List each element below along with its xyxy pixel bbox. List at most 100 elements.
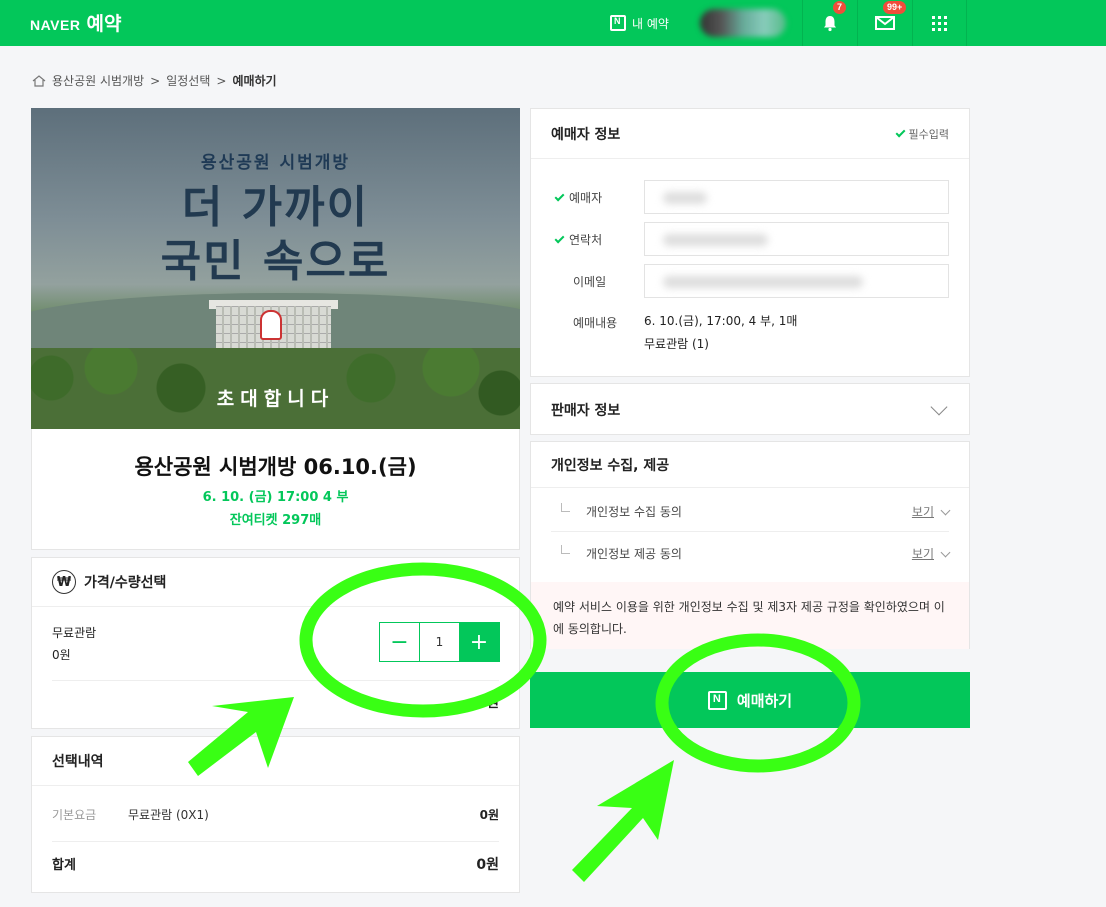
buyer-name-field[interactable] [644,180,949,214]
reservation-detail-line1: 6. 10.(금), 17:00, 4 부, 1매 [644,314,798,328]
redacted-value [663,276,863,288]
total-amount: 0원 [476,857,499,873]
buyer-phone-label-wrap: 연락처 [554,231,603,248]
tree-line-icon [561,503,570,512]
seller-info-title: 판매자 정보 [551,403,621,419]
apps-menu-button[interactable] [912,0,967,46]
mail-icon [875,16,895,30]
base-fee-row: 기본요금 무료관람 (0X1) 0원 [52,806,499,823]
ticket-subtotal: 0원 [477,696,499,711]
notifications-button[interactable]: 7 [802,0,857,46]
my-reservations-label: 내 예약 [632,16,669,31]
reservation-detail-label: 예매내용 [573,316,618,330]
bell-icon [824,16,836,32]
quantity-value[interactable]: 1 [420,623,459,661]
buyer-email-label: 이메일 [573,275,607,289]
breadcrumb-item-park[interactable]: 용산공원 시범개방 [52,72,144,89]
consent-provide-row: 개인정보 제공 동의 보기 [551,532,951,574]
divider [52,680,499,681]
event-title: 용산공원 시범개방 06.10.(금) [134,455,417,479]
event-datetime: 6. 10. (금) 17:00 4 부 [202,490,349,505]
grid-icon [932,15,947,31]
mail-count-badge: 99+ [883,1,907,14]
consent-agreement-text: 예약 서비스 이용을 위한 개인정보 수집 및 제3자 제공 규정을 확인하였으… [531,582,969,649]
buyer-email-field[interactable] [644,264,949,298]
won-currency-icon: ₩ [52,570,76,594]
poster-emblem [260,310,282,340]
my-reservations-link[interactable]: 내 예약 [610,0,669,46]
check-icon [895,127,905,137]
poster-subtitle: 용산공원 시범개방 [200,153,351,173]
user-profile-blurred[interactable] [700,9,786,37]
reservation-detail-line2: 무료관람 (1) [644,337,709,351]
breadcrumb-current: 예매하기 [232,74,277,88]
consent-collect-row: 개인정보 수집 동의 보기 [551,490,951,532]
selection-header: 선택내역 [32,737,519,786]
buyer-name-label: 예매자 [569,191,603,205]
base-fee-label: 기본요금 [52,808,97,822]
brand-name: NAVER [30,17,81,33]
breadcrumb-item-schedule[interactable]: 일정선택 [166,72,210,89]
buyer-info-header: 예매자 정보 필수입력 [531,109,969,159]
reservation-detail: 예매내용 6. 10.(금), 17:00, 4 부, 1매 무료관람 (1) [555,314,797,351]
privacy-header: 개인정보 수집, 제공 [531,442,969,488]
service-name: 예약 [86,13,122,35]
poster-invite-text: 초대합니다 [216,388,335,410]
increase-quantity-button[interactable]: + [459,623,499,661]
chevron-down-icon [940,505,951,515]
total-row: 합계 0원 [52,854,499,873]
ticket-type-name: 무료관람 [52,626,97,640]
calendar-icon [610,15,626,31]
divider [52,841,499,842]
quantity-stepper: − 1 + [379,622,500,662]
view-label: 보기 [911,505,934,519]
top-navigation-bar: NAVER 예약 내 예약 7 99+ [0,0,1106,46]
breadcrumb-separator: > [150,73,161,88]
privacy-consent-card: 개인정보 수집, 제공 개인정보 수집 동의 보기 개인정보 제공 동의 보기 … [530,441,970,649]
price-section-title: 가격/수량선택 [84,575,167,591]
buyer-name-row: 예매자 [554,180,949,214]
consent-collect-label: 개인정보 수집 동의 [586,505,682,519]
chevron-down-icon[interactable] [930,398,948,416]
buyer-info-title: 예매자 정보 [551,126,621,143]
consent-provide-label: 개인정보 제공 동의 [586,547,682,561]
remaining-tickets: 잔여티켓 297매 [229,513,322,528]
selection-summary-card: 선택내역 기본요금 무료관람 (0X1) 0원 합계 0원 [31,736,520,893]
reservation-detail-values: 6. 10.(금), 17:00, 4 부, 1매 무료관람 (1) [644,310,797,356]
mail-button[interactable]: 99+ [857,0,912,46]
total-label: 합계 [52,858,76,873]
breadcrumb-separator: > [216,73,227,88]
buyer-phone-label: 연락처 [569,233,603,247]
buyer-phone-field[interactable] [644,222,949,256]
consent-provide-view-button[interactable]: 보기 [911,545,951,562]
tree-line-icon [561,545,570,554]
seller-info-card[interactable]: 판매자 정보 [530,383,970,435]
home-icon[interactable] [32,74,46,87]
buyer-email-label-wrap: 이메일 [555,273,606,290]
ticket-unit-price: 0원 [52,648,71,662]
naver-reservation-logo[interactable]: NAVER 예약 [30,9,121,36]
buyer-name-label-wrap: 예매자 [554,189,603,206]
seller-info-header[interactable]: 판매자 정보 [531,384,969,436]
base-fee-amount: 0원 [479,808,499,822]
decrease-quantity-button[interactable]: − [380,623,420,661]
required-indicator: 필수입력 [895,126,949,142]
base-fee-item: 무료관람 (0X1) [128,808,209,822]
book-now-button[interactable]: 예매하기 [530,672,970,728]
event-info-card: 용산공원 시범개방 06.10.(금) 6. 10. (금) 17:00 4 부… [31,429,520,550]
event-poster-image: 용산공원 시범개방 더 가까이 국민 속으로 초대합니다 [31,108,520,429]
annotation-arrow-book-button [572,760,674,882]
poster-headline-line1: 더 가까이 [181,182,370,233]
breadcrumb: 용산공원 시범개방 > 일정선택 > 예매하기 [32,72,277,89]
buyer-phone-row: 연락처 [554,222,949,256]
view-label: 보기 [911,547,934,561]
privacy-title: 개인정보 수집, 제공 [551,457,670,474]
required-label: 필수입력 [908,127,949,141]
redacted-value [663,192,707,204]
consent-collect-view-button[interactable]: 보기 [911,503,951,520]
price-section-header: ₩ 가격/수량선택 [32,558,519,607]
price-quantity-card: ₩ 가격/수량선택 무료관람 0원 − 1 + 0원 [31,557,520,729]
check-icon [554,191,565,201]
buyer-email-row: 이메일 [555,264,949,298]
redacted-value [663,234,768,246]
